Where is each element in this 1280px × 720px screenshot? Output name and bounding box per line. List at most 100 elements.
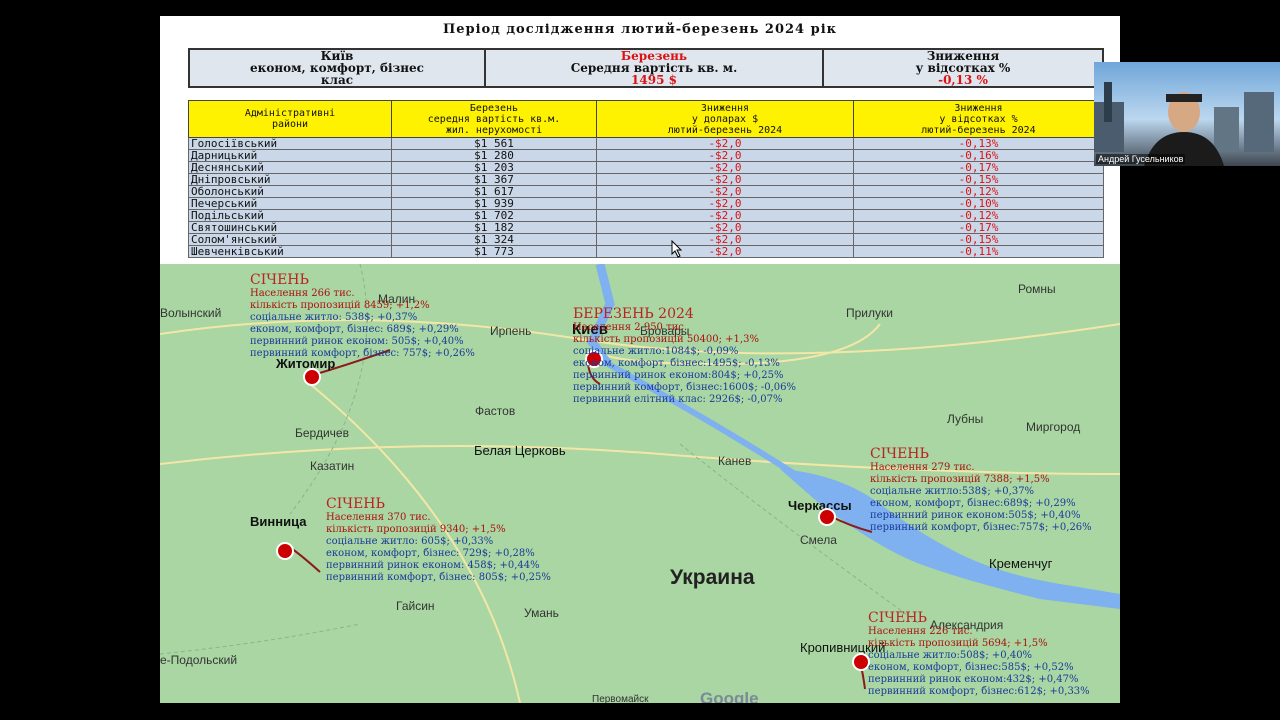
- header-line: Адміністративні: [244, 108, 336, 119]
- header-line: райони: [271, 119, 309, 130]
- table-row: Дніпровський $1 367 -$2,0 -0,15%: [188, 173, 1104, 186]
- district-drop-usd: -$2,0: [596, 245, 854, 258]
- annotation-line: первинний ринок економ: 458$; +0,44%: [326, 560, 540, 571]
- annotation-line: Населення 226 тис.: [868, 626, 973, 637]
- marker-cherkassy[interactable]: [818, 508, 836, 526]
- google-logo: Google: [700, 689, 759, 703]
- annotation-line: соціальне житло: 605$; +0,33%: [326, 536, 494, 547]
- district-name: Оболонський: [188, 185, 392, 198]
- header-line: лютий-березень 2024: [667, 124, 783, 136]
- table-row: Солом'янський $1 324 -$2,0 -0,15%: [188, 233, 1104, 246]
- districts-table: Адміністративні райони Березень середня ва…: [188, 100, 1104, 258]
- district-price: $1 939: [391, 197, 597, 210]
- district-price: $1 182: [391, 221, 597, 234]
- district-name: Дарницький: [188, 149, 392, 162]
- district-drop-pct: -0,10%: [853, 197, 1104, 210]
- label-smela: Смела: [800, 533, 837, 547]
- header-line: у відсотках %: [939, 113, 1018, 125]
- annotation-line: первинний комфорт, бізнес:612$; +0,33%: [868, 686, 1090, 697]
- district-drop-pct: -0,17%: [853, 221, 1104, 234]
- region-border: [160, 623, 361, 655]
- annotation-heading: СІЧЕНЬ: [870, 446, 929, 462]
- annotation-line: первинний ринок економ:804$; +0,25%: [573, 370, 784, 381]
- summary-drop-cell: Зниження у відсотках % -0,13 %: [822, 48, 1104, 88]
- annotation-line: первинний комфорт, бізнес:757$; +0,26%: [870, 522, 1092, 533]
- marker-zhitomir[interactable]: [303, 368, 321, 386]
- district-price: $1 617: [391, 185, 597, 198]
- country-label: Украина: [670, 566, 755, 589]
- annotation-line: Населення 266 тис.: [250, 288, 355, 299]
- presentation-slide: Період дослідження лютий-березень 2024 р…: [160, 16, 1120, 703]
- table-row: Подільський $1 702 -$2,0 -0,12%: [188, 209, 1104, 222]
- label-fastov: Фастов: [475, 404, 516, 418]
- annotation-line: первинний ринок економ:432$; +0,47%: [868, 674, 1079, 685]
- marker-vinnitsa[interactable]: [276, 542, 294, 560]
- summary-classes-suffix: клас: [320, 73, 354, 87]
- district-price: $1 773: [391, 245, 597, 258]
- table-row: Дарницький $1 280 -$2,0 -0,16%: [188, 149, 1104, 162]
- district-drop-pct: -0,15%: [853, 173, 1104, 186]
- district-name: Дніпровський: [188, 173, 392, 186]
- district-drop-pct: -0,13%: [853, 137, 1104, 150]
- summary-price-value: 1495 $: [631, 73, 677, 87]
- annotation-vinnitsa: СІЧЕНЬ Населення 370 тис. кількість пропоз…: [326, 496, 551, 584]
- annotation-line: кількість пропозицій 7388; +1,5%: [870, 474, 1050, 485]
- table-row: Печерський $1 939 -$2,0 -0,10%: [188, 197, 1104, 210]
- participant-name: Андрей Гусельников: [1096, 154, 1186, 164]
- city-kremenchug: Кременчуг: [989, 556, 1053, 571]
- annotation-line: кількість пропозицій 9340; +1,5%: [326, 524, 506, 535]
- annotation-line: соціальне житло:508$; +0,40%: [868, 650, 1033, 661]
- header-line: середня вартість кв.м.: [427, 113, 561, 125]
- annotation-line: економ, комфорт, бізнес:585$; +0,52%: [868, 662, 1074, 673]
- annotation-line: кількість пропозицій 5694; +1,5%: [868, 638, 1048, 649]
- kyiv-summary-table: Київ економ, комфорт, бізнес клас Березе…: [188, 48, 1104, 88]
- district-name: Солом'янський: [188, 233, 392, 246]
- district-drop-pct: -0,12%: [853, 209, 1104, 222]
- annotation-line: економ, комфорт, бізнес:689$; +0,29%: [870, 498, 1076, 509]
- header-drop-usd: Зниження у доларах $ лютий-березень 2024: [596, 100, 854, 138]
- header-line: жил. нерухомості: [445, 124, 543, 136]
- map-of-ukraine[interactable]: Малин Ромны Волынский Ирпень Бровары При…: [160, 264, 1120, 703]
- label-kazatin: Казатин: [310, 459, 355, 473]
- annotation-line: первинний ринок економ:505$; +0,40%: [870, 510, 1081, 521]
- district-name: Святошинський: [188, 221, 392, 234]
- table-row: Оболонський $1 617 -$2,0 -0,12%: [188, 185, 1104, 198]
- district-drop-pct: -0,12%: [853, 185, 1104, 198]
- district-price: $1 280: [391, 149, 597, 162]
- summary-city-cell: Київ економ, комфорт, бізнес клас: [188, 48, 486, 88]
- district-name: Шевченківський: [188, 245, 392, 258]
- city-bila-tserkva: Белая Церковь: [474, 443, 566, 458]
- districts-table-header: Адміністративні райони Березень середня ва…: [188, 100, 1104, 138]
- label-mirgorod: Миргород: [1026, 420, 1081, 434]
- webcam-scene: [1094, 82, 1274, 166]
- annotation-line: соціальне житло:1084$; -0,09%: [573, 346, 739, 357]
- annotation-heading: СІЧЕНЬ: [326, 496, 385, 512]
- label-uman: Умань: [524, 606, 559, 620]
- annotation-line: економ, комфорт, бізнес:1495$; -0,13%: [573, 358, 780, 369]
- annotation-zhitomir: СІЧЕНЬ Населення 266 тис. кількість пропоз…: [250, 272, 475, 360]
- annotation-line: кількість пропозицій 50400; +1,3%: [573, 334, 759, 345]
- annotation-line: економ, комфорт, бізнес: 729$; +0,28%: [326, 548, 535, 559]
- districts-table-body: Голосіївський $1 561 -$2,0 -0,13% Дарницький…: [188, 137, 1104, 258]
- label-priluki: Прилуки: [846, 306, 893, 320]
- label-pervomaysk: Первомайск: [592, 694, 649, 703]
- table-row: Шевченківський $1 773 -$2,0 -0,11%: [188, 245, 1104, 258]
- annotation-kiev: БЕРЕЗЕНЬ 2024 Населення 2 950 тис. кількіс…: [573, 306, 796, 406]
- header-districts: Адміністративні райони: [188, 100, 392, 138]
- annotation-line: первинний комфорт, бізнес: 805$; +0,25%: [326, 572, 551, 583]
- table-row: Деснянський $1 203 -$2,0 -0,17%: [188, 161, 1104, 174]
- annotation-line: первинний ринок економ: 505$; +0,40%: [250, 336, 464, 347]
- header-line: Зниження: [700, 102, 750, 114]
- slide-title: Період дослідження лютий-березень 2024 р…: [442, 22, 838, 37]
- label-irpen: Ирпень: [490, 324, 532, 338]
- district-price: $1 367: [391, 173, 597, 186]
- annotation-line: соціальне житло: 538$; +0,37%: [250, 312, 418, 323]
- annotation-line: первинний комфорт, бізнес: 757$; +0,26%: [250, 348, 475, 359]
- district-drop-pct: -0,16%: [853, 149, 1104, 162]
- district-price: $1 203: [391, 161, 597, 174]
- label-berdichev: Бердичев: [295, 426, 349, 440]
- annotation-line: первинний комфорт, бізнес:1600$; -0,06%: [573, 382, 797, 393]
- annotation-line: Населення 279 тис.: [870, 462, 975, 473]
- district-drop-usd: -$2,0: [596, 233, 854, 246]
- district-name: Деснянський: [188, 161, 392, 174]
